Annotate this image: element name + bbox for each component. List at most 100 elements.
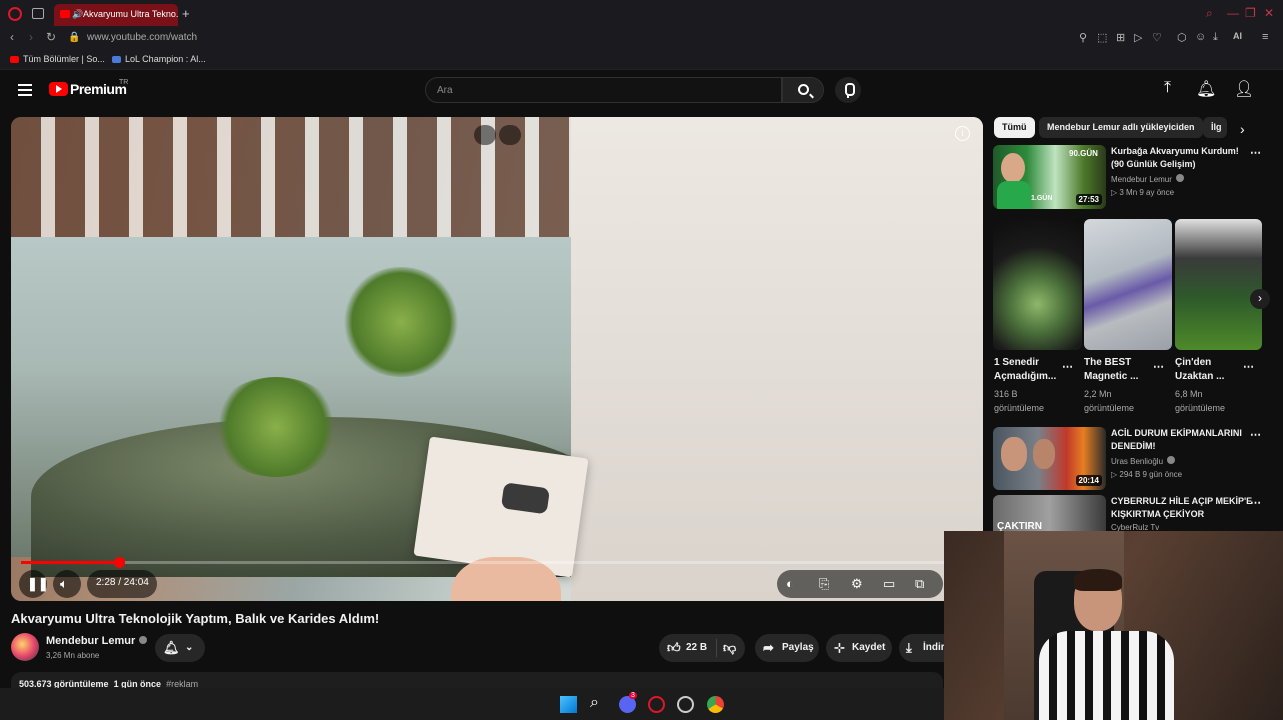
send-icon[interactable]: ▷ xyxy=(1134,31,1142,44)
video-frame-lamp xyxy=(500,482,551,515)
chrome-icon[interactable] xyxy=(707,696,724,713)
progress-scrubber[interactable] xyxy=(114,557,126,568)
ai-button[interactable]: AI xyxy=(1233,31,1242,41)
video-stats: ▷ 294 B 9 gün önce xyxy=(1111,470,1183,479)
account-avatar[interactable]: 👤︎ xyxy=(1234,79,1254,99)
like-dislike-group: 👍︎ 22 B 👎︎ xyxy=(659,634,745,662)
notifications-bell-icon[interactable]: 🔔︎ xyxy=(1196,79,1216,99)
title-line: KIŞKIRTMA ÇEKİYOR xyxy=(1111,509,1205,519)
next-icon[interactable] xyxy=(499,125,521,145)
more-options-icon[interactable]: ⋯ xyxy=(1250,496,1262,509)
channel-text: Uras Benlioğlu xyxy=(1111,457,1164,466)
save-button[interactable]: ⊹ Kaydet xyxy=(826,634,892,662)
restore-icon[interactable]: ❐ xyxy=(1245,6,1256,20)
like-count[interactable]: 22 B xyxy=(686,642,707,653)
video-thumbnail[interactable]: ÇAKTIRN xyxy=(993,495,1106,531)
subscribe-notifications-button[interactable]: 🔔︎ ⌄ xyxy=(155,634,205,662)
share-button[interactable]: ➦ Paylaş xyxy=(755,634,819,662)
chevron-right-icon[interactable]: › xyxy=(1240,121,1245,137)
hamburger-menu-icon[interactable] xyxy=(18,84,32,96)
progress-bar[interactable] xyxy=(21,557,973,568)
profile-icon[interactable]: ☺ xyxy=(1195,31,1206,43)
title-line: (90 Günlük Gelişim) xyxy=(1111,159,1196,169)
more-options-icon[interactable]: ⋯ xyxy=(1153,360,1165,373)
region-code: TR xyxy=(119,79,129,86)
menu-icon[interactable]: ≡ xyxy=(1262,31,1268,43)
more-options-icon[interactable]: ⋯ xyxy=(1250,146,1262,159)
search-tabs-icon[interactable]: ⌕ xyxy=(1206,6,1213,21)
short-title[interactable]: The BEST Magnetic ... xyxy=(1084,356,1138,384)
subtitles-icon[interactable]: ⎘ xyxy=(819,576,829,592)
youtube-premium-logo[interactable]: Premium xyxy=(70,81,127,97)
bookmark-item-2[interactable]: LoL Champion : Al... xyxy=(112,54,206,64)
save-label: Kaydet xyxy=(852,642,886,653)
forward-icon[interactable]: › xyxy=(29,30,33,44)
short-title[interactable]: 1 Senedir Açmadığım... xyxy=(994,356,1056,384)
browser-tab-bar: 🔊 Akvaryumu Ultra Tekno... + ⌕ — ❐ ✕ xyxy=(0,0,1283,28)
short-title[interactable]: Çin'den Uzaktan ... xyxy=(1175,356,1224,384)
like-icon[interactable]: 👍︎ xyxy=(667,640,681,656)
close-window-icon[interactable]: ✕ xyxy=(1264,6,1274,20)
video-player[interactable]: i ❚❚ 🔈︎ 2:28 / 24:04 ◐ ⎘ ⚙ ▭ ⧉ xyxy=(11,117,983,601)
discord-icon[interactable]: 3 xyxy=(619,692,637,713)
channel-name[interactable]: Mendebur Lemur xyxy=(1111,173,1184,186)
shorts-next-arrow-icon[interactable]: › xyxy=(1250,289,1270,309)
search-input[interactable]: Ara xyxy=(425,77,782,103)
channel-name[interactable]: Mendebur Lemur xyxy=(46,635,148,647)
more-options-icon[interactable]: ⋯ xyxy=(1062,360,1074,373)
bookmark-item-1[interactable]: Tüm Bölümler | So... xyxy=(10,54,105,64)
back-icon[interactable]: ‹ xyxy=(10,30,14,44)
extensions-icon[interactable]: ⬡ xyxy=(1177,31,1187,44)
download-icon[interactable]: ⤓ xyxy=(1213,31,1218,44)
settings-gear-icon[interactable]: ⚙ xyxy=(851,576,863,592)
download-button[interactable]: ⤓ İndir xyxy=(899,634,945,662)
reload-icon[interactable]: ↻ xyxy=(46,30,56,44)
video-title[interactable]: CYBERRULZ HİLE AÇIP MEKİP'E KIŞKIRTMA ÇEK… xyxy=(1111,495,1252,521)
short-thumbnail[interactable] xyxy=(993,219,1082,350)
video-thumbnail[interactable]: 90.GÜN 1.GÜN 27:53 xyxy=(993,145,1106,209)
dislike-icon[interactable]: 👎︎ xyxy=(723,640,736,656)
info-icon[interactable]: i xyxy=(955,126,970,141)
video-thumbnail[interactable]: 20:14 xyxy=(993,427,1106,490)
cast-icon[interactable]: ⧉ xyxy=(915,576,924,592)
chip-all[interactable]: Tümü xyxy=(994,117,1035,138)
miniplayer-icon[interactable] xyxy=(474,125,496,145)
channel-avatar[interactable] xyxy=(11,633,39,661)
channel-name[interactable]: CyberRulz Tv xyxy=(1111,521,1159,531)
opera-logo-icon[interactable] xyxy=(8,7,22,21)
heart-icon[interactable]: ♡ xyxy=(1152,31,1162,44)
url-field[interactable]: www.youtube.com/watch xyxy=(87,32,197,43)
youtube-logo-icon[interactable] xyxy=(49,82,68,96)
browser-tab-active[interactable]: 🔊 Akvaryumu Ultra Tekno... xyxy=(54,4,178,26)
chip-related[interactable]: İlg xyxy=(1203,117,1227,138)
voice-search-icon[interactable] xyxy=(835,77,861,103)
windows-start-icon[interactable] xyxy=(560,696,577,713)
discord-badge: 3 xyxy=(629,692,637,699)
short-thumbnail[interactable] xyxy=(1084,219,1172,350)
lock-icon[interactable]: 🔒 xyxy=(68,32,80,43)
video-stats: ▷ 3 Mn 9 ay önce xyxy=(1111,188,1175,197)
opera-taskbar-icon[interactable] xyxy=(648,696,665,713)
windows-taskbar: ⌕ 3 xyxy=(0,688,944,720)
opera-gx-icon[interactable] xyxy=(677,696,694,713)
snapshot-icon[interactable]: ⬚ xyxy=(1097,31,1107,44)
new-tab-button[interactable]: + xyxy=(182,6,190,21)
autoplay-toggle-icon[interactable]: ◐ xyxy=(786,576,794,591)
channel-name[interactable]: Uras Benlioğlu xyxy=(1111,455,1176,468)
chip-uploader[interactable]: Mendebur Lemur adlı yükleyiciden xyxy=(1039,117,1203,138)
webcam-hair xyxy=(1074,569,1122,591)
pin-icon[interactable]: ⚲ xyxy=(1079,31,1087,44)
short-thumbnail[interactable] xyxy=(1175,219,1262,350)
video-title[interactable]: ACİL DURUM EKİPMANLARINI DENEDİM! xyxy=(1111,427,1242,453)
theater-mode-icon[interactable]: ▭ xyxy=(883,576,895,592)
speaker-icon[interactable]: 🔊 xyxy=(72,9,83,20)
video-title[interactable]: Kurbağa Akvaryumu Kurdum! (90 Günlük Geli… xyxy=(1111,145,1239,171)
more-options-icon[interactable]: ⋯ xyxy=(1250,428,1262,441)
search-button[interactable] xyxy=(782,77,824,103)
upload-icon[interactable]: ⤒ xyxy=(1164,79,1171,97)
more-options-icon[interactable]: ⋯ xyxy=(1243,360,1255,373)
taskbar-search-icon[interactable]: ⌕ xyxy=(590,694,607,711)
bookmark-icon[interactable]: ⊞ xyxy=(1116,31,1125,44)
tab-manager-icon[interactable] xyxy=(32,8,44,19)
minimize-icon[interactable]: — xyxy=(1227,6,1239,20)
